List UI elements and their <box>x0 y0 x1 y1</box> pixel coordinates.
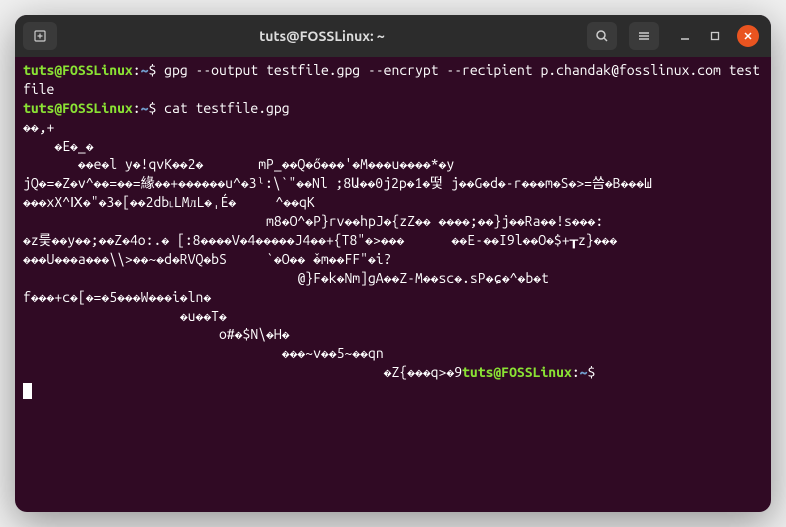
output-line: ���xX^Ⅸ�"�3�[��2db˪LMᴫL�ˌÉ� ^��qK <box>23 194 315 210</box>
output-line: o#�$N\�H� <box>23 326 290 342</box>
output-line: ��,+ <box>23 119 54 135</box>
close-icon <box>743 31 753 41</box>
prompt-user-host: tuts@FOSSLinux <box>23 100 133 116</box>
minimize-icon <box>680 31 690 41</box>
output-line: �Z{���q>�9 <box>23 364 462 380</box>
menu-button[interactable] <box>629 22 659 50</box>
prompt-dollar: $ <box>588 364 604 380</box>
prompt-colon: : <box>133 100 141 116</box>
minimize-button[interactable] <box>677 28 693 44</box>
titlebar: tuts@FOSSLinux: ~ <box>15 15 771 57</box>
maximize-icon <box>710 31 720 41</box>
output-line: �E�_� <box>23 138 94 154</box>
terminal-content[interactable]: tuts@FOSSLinux:~$ gpg --output testfile.… <box>15 57 771 512</box>
prompt-colon: : <box>572 364 580 380</box>
new-tab-button[interactable] <box>23 22 57 50</box>
output-line: �z릋��y��;��Z�4o:.� [:8����V�4�����J4��+{… <box>23 232 617 248</box>
new-tab-icon <box>33 29 47 43</box>
window-title: tuts@FOSSLinux: ~ <box>65 28 579 44</box>
close-button[interactable] <box>737 25 759 47</box>
prompt-user-host: tuts@FOSSLinux <box>23 62 133 78</box>
output-line: ���U���a���\\>��~�d�RVQ�bS `�O�� ̌�m��FF… <box>23 251 391 267</box>
hamburger-icon <box>637 29 651 43</box>
terminal-window: tuts@FOSSLinux: ~ <box>15 15 771 512</box>
output-line: �u��T� <box>23 308 227 324</box>
command-2: cat testfile.gpg <box>164 100 289 116</box>
search-button[interactable] <box>587 22 617 50</box>
window-controls <box>677 25 759 47</box>
prompt-dollar: $ <box>148 62 164 78</box>
output-line: jQ�=�Z�v^��=��=緣��+������u^�3ˡ:\`"��Nl ;… <box>23 175 652 191</box>
maximize-button[interactable] <box>707 28 723 44</box>
output-line: m8�O^�P}rv��hpJ�{zZ�� ����;��}j��Ra��!s�… <box>23 213 603 229</box>
output-line: f���+c�[�=�5���W���i�ln� <box>23 289 211 305</box>
prompt-user-host: tuts@FOSSLinux <box>462 364 572 380</box>
output-line: ��e�l y�!qvK��2� mP_��Q�ő���'�M���u����*… <box>23 156 454 172</box>
titlebar-right <box>587 22 763 50</box>
titlebar-left <box>23 22 57 50</box>
search-icon <box>595 29 609 43</box>
cursor <box>23 383 32 399</box>
prompt-colon: : <box>133 62 141 78</box>
output-line: @}F�k�Nm]gA��Z-M��sc�.sP�ɕ�^�b�t <box>23 270 549 286</box>
prompt-path: ~ <box>580 364 588 380</box>
prompt-dollar: $ <box>148 100 164 116</box>
output-line: ���~v��5~��qn <box>23 345 384 361</box>
